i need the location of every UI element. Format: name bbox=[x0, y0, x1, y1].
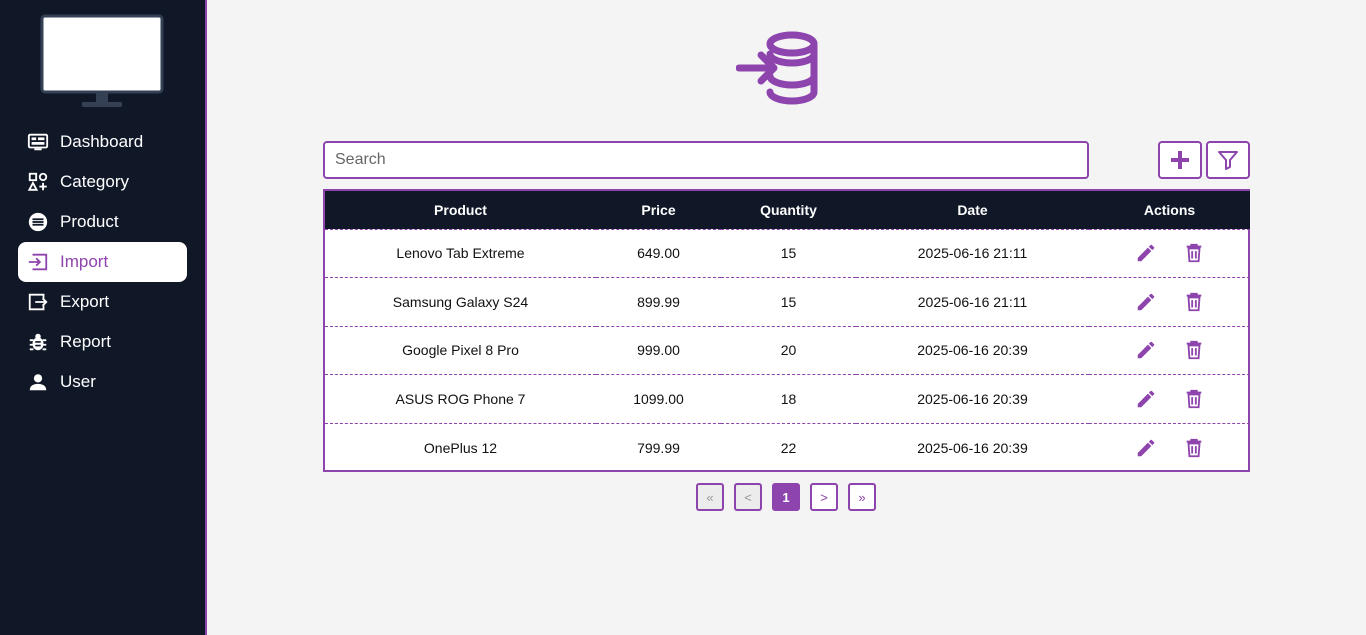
cell-actions bbox=[1089, 375, 1250, 424]
cell-quantity: 22 bbox=[780, 439, 797, 456]
column-header-actions: Actions bbox=[1143, 201, 1196, 218]
cell-quantity: 15 bbox=[780, 293, 797, 310]
cell-price: 649.00 bbox=[637, 245, 680, 262]
database-import-icon bbox=[735, 30, 822, 106]
sidebar-item-product[interactable]: Product bbox=[18, 202, 187, 242]
edit-icon[interactable] bbox=[1135, 388, 1157, 410]
cell-product: Lenovo Tab Extreme bbox=[396, 245, 525, 262]
sidebar-nav: Dashboard Category Product Import Export bbox=[18, 122, 187, 402]
sidebar-item-user[interactable]: User bbox=[18, 362, 187, 402]
table-row: Lenovo Tab Extreme 649.00 15 2025-06-16 … bbox=[325, 229, 1250, 278]
column-header-product[interactable]: Product bbox=[325, 191, 596, 229]
search-input[interactable] bbox=[323, 141, 1089, 179]
table-row: ASUS ROG Phone 7 1099.00 18 2025-06-16 2… bbox=[325, 374, 1250, 424]
category-icon bbox=[26, 170, 50, 194]
edit-icon[interactable] bbox=[1135, 291, 1157, 313]
pagination: « < 1 > » bbox=[696, 483, 876, 511]
table-row: Samsung Galaxy S24 899.99 15 2025-06-16 … bbox=[325, 277, 1250, 327]
sidebar: Dashboard Category Product Import Export bbox=[0, 0, 207, 635]
import-table: Product Price Quantity Date Actions Leno… bbox=[323, 189, 1250, 472]
sidebar-item-report[interactable]: Report bbox=[18, 322, 187, 362]
trash-icon[interactable] bbox=[1183, 291, 1205, 313]
user-icon bbox=[26, 370, 50, 394]
sidebar-item-label: Dashboard bbox=[60, 132, 144, 151]
bug-icon bbox=[26, 330, 50, 354]
cell-actions bbox=[1089, 278, 1250, 327]
trash-icon[interactable] bbox=[1183, 339, 1205, 361]
table-row: Google Pixel 8 Pro 999.00 20 2025-06-16 … bbox=[325, 326, 1250, 375]
cell-date: 2025-06-16 21:11 bbox=[917, 293, 1028, 310]
sidebar-item-label: Report bbox=[60, 332, 112, 351]
cell-price: 799.99 bbox=[637, 439, 680, 456]
cell-price: 1099.00 bbox=[633, 391, 684, 408]
page-number-button[interactable]: 1 bbox=[772, 483, 800, 511]
dashboard-icon bbox=[26, 130, 50, 154]
cell-date: 2025-06-16 20:39 bbox=[917, 391, 1028, 408]
cell-quantity: 20 bbox=[780, 342, 797, 359]
edit-icon[interactable] bbox=[1135, 437, 1157, 459]
last-page-button[interactable]: » bbox=[848, 483, 876, 511]
cell-product: ASUS ROG Phone 7 bbox=[395, 391, 526, 408]
cell-product: Google Pixel 8 Pro bbox=[402, 342, 519, 359]
sidebar-item-category[interactable]: Category bbox=[18, 162, 187, 202]
cell-actions bbox=[1089, 229, 1250, 278]
sidebar-item-label: Category bbox=[60, 172, 129, 191]
plus-icon bbox=[1169, 149, 1191, 171]
sidebar-item-label: Product bbox=[60, 212, 119, 231]
sidebar-item-export[interactable]: Export bbox=[18, 282, 187, 322]
table-row: OnePlus 12 799.99 22 2025-06-16 20:39 bbox=[325, 423, 1250, 472]
export-icon bbox=[26, 290, 50, 314]
column-header-price[interactable]: Price bbox=[596, 191, 721, 229]
trash-icon[interactable] bbox=[1183, 437, 1205, 459]
add-button[interactable] bbox=[1158, 141, 1202, 179]
first-page-button[interactable]: « bbox=[696, 483, 724, 511]
product-icon bbox=[26, 210, 50, 234]
sidebar-item-import[interactable]: Import bbox=[18, 242, 187, 282]
table-header-row: Product Price Quantity Date Actions bbox=[325, 191, 1250, 229]
cell-date: 2025-06-16 21:11 bbox=[917, 245, 1028, 262]
cell-price: 999.00 bbox=[637, 342, 680, 359]
monitor-logo-icon bbox=[40, 14, 164, 110]
edit-icon[interactable] bbox=[1135, 339, 1157, 361]
cell-product: Samsung Galaxy S24 bbox=[392, 293, 529, 310]
sidebar-item-dashboard[interactable]: Dashboard bbox=[18, 122, 187, 162]
column-header-quantity[interactable]: Quantity bbox=[721, 191, 856, 229]
trash-icon[interactable] bbox=[1183, 388, 1205, 410]
trash-icon[interactable] bbox=[1183, 242, 1205, 264]
column-header-date[interactable]: Date bbox=[856, 191, 1089, 229]
cell-quantity: 15 bbox=[780, 245, 797, 262]
prev-page-button[interactable]: < bbox=[734, 483, 762, 511]
filter-button[interactable] bbox=[1206, 141, 1250, 179]
sidebar-item-label: Export bbox=[60, 292, 110, 311]
cell-date: 2025-06-16 20:39 bbox=[917, 342, 1028, 359]
cell-quantity: 18 bbox=[780, 391, 797, 408]
import-icon bbox=[26, 250, 50, 274]
filter-icon bbox=[1217, 149, 1239, 171]
cell-date: 2025-06-16 20:39 bbox=[917, 439, 1028, 456]
next-page-button[interactable]: > bbox=[810, 483, 838, 511]
cell-actions bbox=[1089, 423, 1250, 472]
edit-icon[interactable] bbox=[1135, 242, 1157, 264]
sidebar-item-label: User bbox=[60, 372, 96, 391]
cell-price: 899.99 bbox=[637, 293, 680, 310]
cell-actions bbox=[1089, 326, 1250, 375]
sidebar-item-label: Import bbox=[60, 252, 109, 271]
cell-product: OnePlus 12 bbox=[423, 439, 498, 456]
